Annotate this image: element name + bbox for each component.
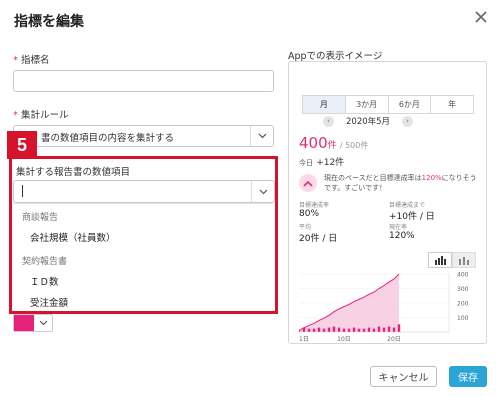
dropdown-option[interactable]: 会社規模（社員数） xyxy=(30,230,270,244)
cancel-button[interactable]: キャンセル xyxy=(370,366,437,387)
bar-chart-alt-toggle[interactable] xyxy=(452,252,476,268)
bar-chart-icon xyxy=(435,255,446,265)
stat-item: 現在率 120% xyxy=(389,222,415,241)
progress-chart: 400 300 200 100 1日 10日 20日 xyxy=(299,272,469,343)
daily-bar xyxy=(317,327,321,332)
metric-value: 400件 / 500件 xyxy=(299,134,368,152)
field-select[interactable] xyxy=(13,180,275,203)
callout-highlight: 集計する報告書の数値項目 商談報告 会社規模（社員数） 契約報告書 ＩＤ数 受注… xyxy=(9,156,278,314)
dropdown-group-label: 契約報告書 xyxy=(22,257,68,267)
trend-up-icon xyxy=(299,174,317,192)
close-icon[interactable] xyxy=(470,6,492,28)
daily-bar xyxy=(299,329,301,332)
preview-title: Appでの表示イメージ xyxy=(288,51,383,62)
rule-label-text: 集計ルール xyxy=(21,110,69,121)
daily-bar xyxy=(357,328,361,332)
text-cursor xyxy=(22,185,23,197)
next-period-button[interactable]: › xyxy=(402,115,414,127)
tab-6months[interactable]: 6か月 xyxy=(388,95,432,114)
today-label: 今日 xyxy=(299,159,313,167)
x-tick-label: 10日 xyxy=(337,336,351,343)
stat-label: 平均 xyxy=(299,224,312,231)
tab-3months[interactable]: 3か月 xyxy=(345,95,389,114)
rule-label: * 集計ルール xyxy=(13,107,69,121)
daily-bar xyxy=(377,326,381,332)
daily-bar xyxy=(327,327,331,332)
rule-select-toggle[interactable] xyxy=(250,126,273,146)
daily-bar xyxy=(382,327,386,332)
bar-chart-toggle[interactable] xyxy=(428,252,452,268)
forecast-message-pre: 現在のペースだと目標達成率は xyxy=(324,174,422,182)
metric-target: / 500件 xyxy=(339,141,369,150)
color-swatch xyxy=(14,315,34,331)
dropdown-option[interactable]: ＩＤ数 xyxy=(30,274,270,288)
daily-bar xyxy=(387,326,391,332)
daily-bar xyxy=(367,327,371,332)
name-input[interactable] xyxy=(13,70,274,92)
required-mark: * xyxy=(13,55,18,66)
x-tick-label: 20日 xyxy=(387,336,401,343)
field-label: 集計する報告書の数値項目 xyxy=(16,167,131,178)
chevron-down-icon xyxy=(258,133,266,139)
x-tick-label: 1日 xyxy=(299,336,309,343)
daily-bar xyxy=(352,327,356,332)
daily-bar xyxy=(312,328,316,332)
tab-month[interactable]: 月 xyxy=(302,95,346,114)
daily-bar xyxy=(337,327,341,332)
period-tabs: 月 3か月 6か月 年 xyxy=(302,95,474,114)
color-picker[interactable] xyxy=(13,314,53,332)
name-label: * 指標名 xyxy=(13,52,50,66)
forecast-percent: 120% xyxy=(421,174,442,182)
rule-select[interactable]: 書の数値項目の内容を集計する xyxy=(13,125,274,147)
bar-chart-alt-icon xyxy=(459,256,469,265)
rule-select-value: 書の数値項目の内容を集計する xyxy=(41,133,175,144)
name-label-text: 指標名 xyxy=(21,55,50,66)
y-tick-label: 100 xyxy=(457,315,469,322)
daily-bar xyxy=(397,324,401,332)
callout-number: 5 xyxy=(7,131,37,159)
dropdown-menu: 商談報告 会社規模（社員数） 契約報告書 ＩＤ数 受注金額 xyxy=(13,203,273,312)
forecast-message: 現在のペースだと目標達成率は120%になりそうです。すごいです！ xyxy=(324,173,482,193)
daily-bar xyxy=(322,328,326,332)
field-select-toggle[interactable] xyxy=(251,181,274,202)
y-tick-label: 400 xyxy=(457,272,469,279)
stat-value: +10件 / 日 xyxy=(389,212,435,222)
required-mark: * xyxy=(13,110,18,121)
daily-bar xyxy=(372,328,376,332)
stat-label: 目標達成まで xyxy=(389,202,426,209)
today-row: 今日 +12件 xyxy=(299,155,344,168)
stat-value: 80% xyxy=(299,209,320,219)
dropdown-option[interactable]: 受注金額 xyxy=(30,295,270,309)
daily-bar xyxy=(342,328,346,332)
stat-item: 目標達成まで +10件 / 日 xyxy=(389,200,435,222)
chevron-down-icon xyxy=(259,189,267,194)
metric-big-value: 400 xyxy=(299,134,328,152)
dialog-title: 指標を編集 xyxy=(14,14,84,30)
period-label: 2020年5月 xyxy=(346,117,391,127)
chevron-down-icon xyxy=(39,320,47,326)
stat-value: 120% xyxy=(389,231,415,241)
prev-period-button[interactable]: ‹ xyxy=(323,115,334,127)
period-nav: ‹ 2020年5月 › xyxy=(323,115,414,127)
daily-bar xyxy=(392,327,396,332)
daily-bar xyxy=(362,328,366,332)
dropdown-group-label: 商談報告 xyxy=(22,213,59,223)
stat-label: 目標達成率 xyxy=(299,202,330,209)
daily-bar xyxy=(332,326,336,332)
today-value: +12件 xyxy=(316,158,345,168)
stat-value: 20件 / 日 xyxy=(299,234,338,244)
y-tick-label: 300 xyxy=(457,286,469,293)
preview-panel: 月 3か月 6か月 年 ‹ 2020年5月 › 400件 / 500件 今日 +… xyxy=(288,61,487,344)
tab-year[interactable]: 年 xyxy=(431,95,474,114)
stat-label: 現在率 xyxy=(389,224,408,231)
y-tick-label: 200 xyxy=(457,301,469,308)
stat-item: 平均 20件 / 日 xyxy=(299,222,337,244)
stat-item: 目標達成率 80% xyxy=(299,200,329,219)
daily-bar xyxy=(302,327,306,332)
metric-unit: 件 xyxy=(327,141,337,151)
save-button[interactable]: 保存 xyxy=(449,366,487,387)
daily-bar xyxy=(307,328,311,332)
daily-bar xyxy=(347,328,351,332)
